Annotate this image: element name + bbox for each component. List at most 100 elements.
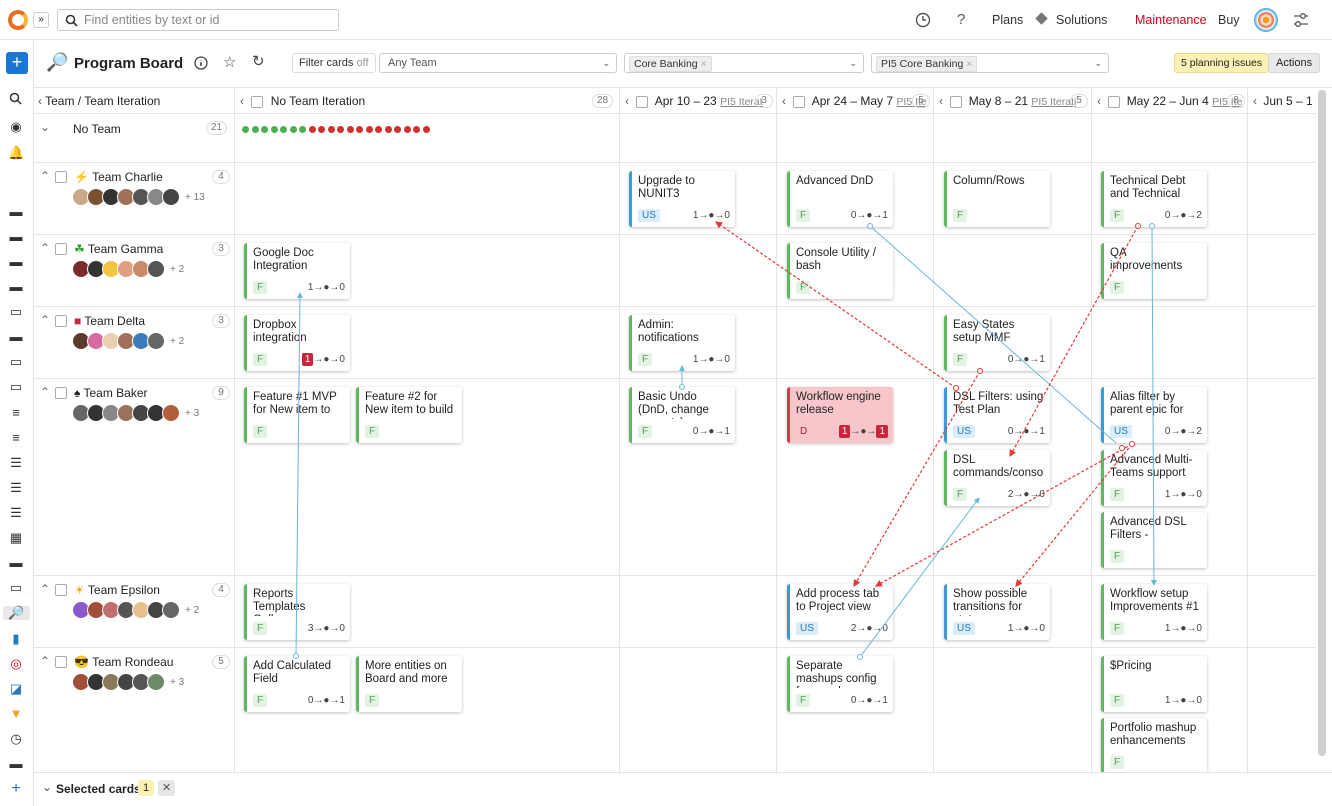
folder-icon[interactable]: ▬: [8, 280, 24, 294]
card-more-entities[interactable]: More entities on Board and more F: [356, 656, 462, 712]
folder-open-icon[interactable]: ▭: [8, 305, 24, 319]
card-workflow-setup[interactable]: Workflow setup Improvements #1 F 1→●→0: [1101, 584, 1207, 640]
card-advanced-dnd[interactable]: Advanced DnD F 0→●→1: [787, 171, 893, 227]
chevron-up-icon[interactable]: ⌃: [40, 582, 50, 596]
project-chip[interactable]: Core Banking ×: [629, 56, 712, 72]
folder-open-icon[interactable]: ▭: [8, 581, 24, 595]
chevron-left-icon[interactable]: ‹: [782, 94, 786, 108]
add-button[interactable]: +: [6, 52, 28, 74]
chevron-down-icon[interactable]: ⌄: [40, 120, 50, 134]
card-reports-templates[interactable]: Reports Templates Gallery F 3→●→0: [244, 584, 350, 640]
card-console-utility[interactable]: Console Utility / bash F: [787, 243, 893, 299]
refresh-icon[interactable]: ↻: [252, 52, 265, 70]
column-apr10[interactable]: ‹ Apr 10 – 23 PI5 Iterat 3: [619, 88, 776, 114]
team-checkbox[interactable]: [55, 171, 67, 183]
plans-link[interactable]: Plans: [992, 13, 1023, 27]
help-icon[interactable]: ?: [957, 11, 965, 28]
card-upgrade-nunit3[interactable]: Upgrade to NUNIT3 US 1→●→0: [629, 171, 735, 227]
team-checkbox[interactable]: [55, 584, 67, 596]
card-process-tab[interactable]: Add process tab to Project view US 2→●→0: [787, 584, 893, 640]
column-no-iteration[interactable]: ‹ No Team Iteration 28: [234, 88, 619, 114]
column-may8[interactable]: ‹ May 8 – 21 PI5 Iterati 5: [933, 88, 1091, 114]
folder-open-icon[interactable]: ▭: [8, 355, 24, 369]
clock-icon[interactable]: [915, 12, 931, 28]
card-google-doc[interactable]: Google Doc Integration F 1→●→0: [244, 243, 350, 299]
expand-icon[interactable]: »: [33, 12, 49, 28]
list-icon[interactable]: ☰: [8, 506, 24, 520]
card-basic-undo[interactable]: Basic Undo (DnD, change property) F 0→●→…: [629, 387, 735, 443]
info-icon[interactable]: [194, 56, 208, 70]
list-icon[interactable]: ☰: [8, 481, 24, 495]
card-dsl-filters[interactable]: DSL Filters: using Test Plan US 0→●→1: [944, 387, 1050, 443]
folder-icon[interactable]: ▬: [8, 230, 24, 244]
search-box[interactable]: Find entities by text or id: [57, 9, 339, 31]
settings-sliders-icon[interactable]: [1292, 11, 1310, 29]
chevron-up-icon[interactable]: ⌃: [40, 313, 50, 327]
clear-selection-icon[interactable]: ✕: [158, 780, 176, 796]
card-pricing[interactable]: $Pricing F 1→●→0: [1101, 656, 1207, 712]
solutions-link[interactable]: Solutions: [1056, 13, 1107, 27]
list-icon[interactable]: ☰: [8, 456, 24, 470]
chart-icon[interactable]: ▮: [8, 632, 24, 646]
column-checkbox[interactable]: [636, 95, 649, 108]
card-dropbox-integration[interactable]: Dropbox integration F 1 →●→0: [244, 315, 350, 371]
card-admin-notifications[interactable]: Admin: notifications F 1→●→0: [629, 315, 735, 371]
folder-icon[interactable]: ▬: [8, 205, 24, 219]
funnel-icon[interactable]: ▼: [8, 707, 24, 721]
chevron-left-icon[interactable]: ‹: [1253, 94, 1257, 108]
column-checkbox[interactable]: [251, 95, 264, 108]
release-filter-select[interactable]: PI5 Core Banking × ⌄: [871, 53, 1109, 73]
add-icon[interactable]: +: [8, 781, 24, 797]
compass-icon[interactable]: ◉: [8, 120, 24, 134]
chevron-left-icon[interactable]: ‹: [939, 94, 943, 108]
team-checkbox[interactable]: [55, 387, 67, 399]
planning-issues-button[interactable]: 5 planning issues: [1174, 53, 1270, 73]
card-column-rows[interactable]: Column/Rows F: [944, 171, 1050, 227]
card-easy-states[interactable]: Easy States setup MMF F 0→●→1: [944, 315, 1050, 371]
folder-icon[interactable]: ▬: [8, 556, 24, 570]
team-checkbox[interactable]: [55, 243, 67, 255]
column-checkbox[interactable]: [950, 95, 963, 108]
card-feature-2[interactable]: Feature #2 for New item to build F: [356, 387, 462, 443]
card-show-transitions[interactable]: Show possible transitions for state US 1…: [944, 584, 1050, 640]
project-filter-select[interactable]: Core Banking × ⌄: [624, 53, 864, 73]
chevron-down-icon[interactable]: ⌄: [42, 780, 52, 794]
search-input[interactable]: Find entities by text or id: [84, 13, 219, 27]
card-dsl-commands[interactable]: DSL commands/console F 2→●→0: [944, 450, 1050, 506]
chevron-up-icon[interactable]: ⌃: [40, 654, 50, 668]
logo-icon[interactable]: [8, 10, 28, 30]
bell-icon[interactable]: 🔔: [8, 146, 24, 160]
card-multi-teams[interactable]: Advanced Multi-Teams support F 1→●→0: [1101, 450, 1207, 506]
card-advanced-dsl[interactable]: Advanced DSL Filters - F: [1101, 512, 1207, 568]
card-workflow-engine[interactable]: Workflow engine release D 1 →●→ 1: [787, 387, 893, 443]
vertical-scrollbar[interactable]: [1318, 90, 1326, 756]
column-checkbox[interactable]: [1108, 95, 1121, 108]
list-indent-icon[interactable]: ≡: [8, 431, 24, 445]
chevron-left-icon[interactable]: ‹: [625, 94, 629, 108]
card-alias-filter[interactable]: Alias filter by parent epic for user US …: [1101, 387, 1207, 443]
search-icon[interactable]: [9, 92, 22, 105]
release-chip[interactable]: PI5 Core Banking ×: [876, 56, 978, 72]
card-qa-improvements[interactable]: QA improvements F: [1101, 243, 1207, 299]
user-avatar[interactable]: [1254, 8, 1278, 32]
chevron-left-icon[interactable]: ‹: [240, 94, 244, 108]
board-icon[interactable]: ▦: [8, 531, 24, 545]
folder-open-icon[interactable]: ▭: [8, 380, 24, 394]
maintenance-link[interactable]: Maintenance: [1135, 13, 1207, 27]
card-calculated-field[interactable]: Add Calculated Field F 0→●→1: [244, 656, 350, 712]
filter-cards-button[interactable]: Filter cards off: [292, 53, 376, 73]
burndown-icon[interactable]: ◪: [8, 682, 24, 696]
card-feature-1[interactable]: Feature #1 MVP for New item to F: [244, 387, 350, 443]
column-checkbox[interactable]: [793, 95, 806, 108]
column-may22[interactable]: ‹ May 22 – Jun 4 PI5 Ite 8: [1091, 88, 1247, 114]
folder-icon[interactable]: ▬: [8, 757, 24, 771]
buy-link[interactable]: Buy: [1218, 13, 1240, 27]
actions-button[interactable]: Actions: [1268, 53, 1321, 73]
team-column-header[interactable]: ‹ Team / Team Iteration: [34, 88, 234, 114]
star-icon[interactable]: ☆: [223, 53, 236, 71]
chevron-left-icon[interactable]: ‹: [1097, 94, 1101, 108]
program-board-icon[interactable]: 🔎: [3, 606, 30, 620]
timer-icon[interactable]: ◷: [8, 732, 24, 746]
card-technical-debt[interactable]: Technical Debt and Technical F 0→●→2: [1101, 171, 1207, 227]
chevron-up-icon[interactable]: ⌃: [40, 169, 50, 183]
